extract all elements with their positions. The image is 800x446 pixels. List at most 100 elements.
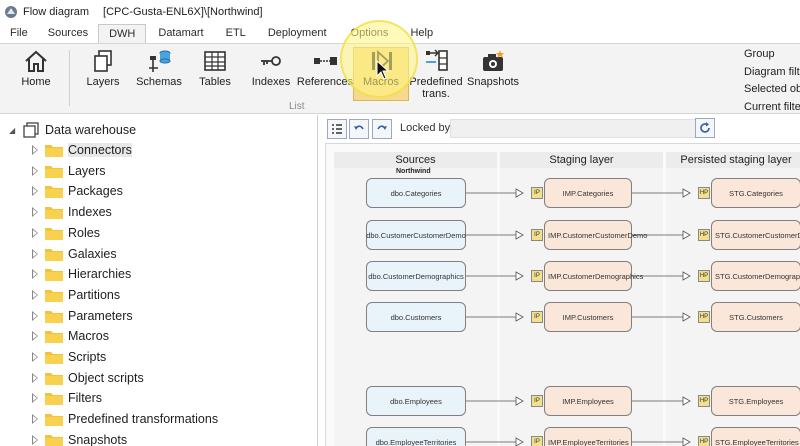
folder-icon xyxy=(45,165,63,178)
tables-button[interactable]: Tables xyxy=(196,48,234,100)
group-option[interactable]: Group xyxy=(744,46,800,64)
expand-arrow-icon[interactable] xyxy=(31,207,41,218)
staging-template-tag: IP xyxy=(531,229,543,241)
expand-arrow-icon[interactable] xyxy=(31,145,41,155)
persisted-node[interactable]: STG.Employees xyxy=(711,386,800,416)
tree-item-label: Macros xyxy=(68,329,109,344)
tree-item-hierarchies[interactable]: Hierarchies xyxy=(31,264,131,284)
tab-deployment[interactable]: Deployment xyxy=(256,24,339,43)
persisted-template-tag: HP xyxy=(698,229,710,241)
source-node[interactable]: dbo.EmployeeTerritories xyxy=(366,427,466,446)
tree-item-object-scripts[interactable]: Object scripts xyxy=(31,368,144,388)
staging-template-tag: IP xyxy=(531,395,543,407)
tree-item-label: Predefined transformations xyxy=(68,412,219,427)
staging-node[interactable]: IMP.CustomerCustomerDemo xyxy=(544,220,647,250)
current-filter-option[interactable]: Current filter xyxy=(744,99,800,117)
tab-dwh[interactable]: DWH xyxy=(98,24,147,43)
expand-arrow-icon[interactable] xyxy=(31,165,41,176)
folder-icon xyxy=(45,414,63,427)
tab-datamart[interactable]: Datamart xyxy=(146,24,215,43)
tree-item-snapshots[interactable]: Snapshots xyxy=(31,430,127,446)
staging-node[interactable]: IMP.EmployeeTerritories xyxy=(544,427,632,446)
tree-item-scripts[interactable]: Scripts xyxy=(31,347,106,367)
expand-arrow-icon[interactable] xyxy=(31,269,41,280)
folder-icon xyxy=(45,331,63,344)
references-button[interactable]: References xyxy=(297,48,353,100)
tree-item-label: Indexes xyxy=(68,205,112,220)
predefined-trans-button[interactable]: Predefined trans. xyxy=(409,48,463,100)
expand-arrow-icon[interactable] xyxy=(31,414,41,425)
staging-node[interactable]: IMP.Employees xyxy=(544,386,632,416)
persisted-node[interactable]: STG.CustomerCustomerDemo xyxy=(711,220,800,250)
diagram-toolbar: Locked by xyxy=(319,115,800,143)
persisted-template-tag: HP xyxy=(698,187,710,199)
tree-item-predefined-transformations[interactable]: Predefined transformations xyxy=(31,409,218,429)
tab-options[interactable]: Options xyxy=(339,24,401,43)
tree-item-connectors[interactable]: Connectors xyxy=(31,140,132,160)
expand-arrow-icon[interactable] xyxy=(31,372,41,383)
tree-item-roles[interactable]: Roles xyxy=(31,223,100,243)
tree-root-data-warehouse[interactable]: ◢ Data warehouse xyxy=(9,121,136,139)
source-node[interactable]: dbo.CustomerDemographics xyxy=(366,261,466,291)
arrow-head-icon xyxy=(515,271,524,281)
tab-help[interactable]: Help xyxy=(400,24,443,43)
folder-icon xyxy=(45,227,63,240)
expand-down-icon[interactable]: ◢ xyxy=(9,126,21,135)
persisted-node[interactable]: STG.CustomerDemographics xyxy=(711,261,800,291)
expand-arrow-icon[interactable] xyxy=(31,331,41,342)
staging-node[interactable]: IMP.Customers xyxy=(544,302,632,332)
expand-arrow-icon[interactable] xyxy=(31,310,41,321)
undo-button[interactable] xyxy=(349,119,369,139)
expand-arrow-icon[interactable] xyxy=(31,434,41,445)
persisted-node[interactable]: STG.Customers xyxy=(711,302,800,332)
tab-etl[interactable]: ETL xyxy=(216,24,256,43)
staging-node[interactable]: IMP.CustomerDemographics xyxy=(544,261,643,291)
expand-arrow-icon[interactable] xyxy=(31,227,41,238)
expand-arrow-icon[interactable] xyxy=(31,248,41,259)
tree-item-label: Snapshots xyxy=(68,432,128,446)
persisted-node[interactable]: STG.EmployeeTerritories xyxy=(711,427,800,446)
home-button[interactable]: Home xyxy=(17,48,55,100)
source-node[interactable]: dbo.CustomerCustomerDemo xyxy=(366,220,466,250)
indexes-button[interactable]: Indexes xyxy=(251,48,291,100)
refresh-button[interactable] xyxy=(695,118,715,138)
tree-item-partitions[interactable]: Partitions xyxy=(31,285,120,305)
schemas-button[interactable]: Schemas xyxy=(136,48,182,100)
key-icon xyxy=(261,56,281,66)
expand-arrow-icon[interactable] xyxy=(31,352,41,362)
persisted-node[interactable]: STG.Categories xyxy=(711,178,800,208)
locked-by-label: Locked by xyxy=(400,122,451,134)
selected-object-option[interactable]: Selected object xyxy=(744,81,800,99)
tree-item-parameters[interactable]: Parameters xyxy=(31,306,133,326)
arrow-head-icon xyxy=(515,396,524,406)
expand-arrow-icon[interactable] xyxy=(31,186,41,197)
predefined-transformation-icon xyxy=(426,49,448,71)
layers-button[interactable]: Layers xyxy=(83,48,123,100)
tab-sources[interactable]: Sources xyxy=(38,24,98,43)
diagram-canvas[interactable]: Sources Staging layer Persisted staging … xyxy=(325,143,800,446)
redo-button[interactable] xyxy=(372,119,392,139)
tree-item-packages[interactable]: Packages xyxy=(31,181,123,201)
source-node[interactable]: dbo.Employees xyxy=(366,386,466,416)
tree-item-layers[interactable]: Layers xyxy=(31,161,106,181)
snapshots-button[interactable]: Snapshots xyxy=(467,48,519,100)
table-icon xyxy=(204,51,226,71)
tree-item-galaxies[interactable]: Galaxies xyxy=(31,244,117,264)
tree-item-macros[interactable]: Macros xyxy=(31,326,109,346)
tree-item-label: Object scripts xyxy=(68,370,144,385)
arrow-head-icon xyxy=(682,271,691,281)
tree-item-label: Scripts xyxy=(68,350,107,364)
source-node[interactable]: dbo.Categories xyxy=(366,178,466,208)
source-node[interactable]: dbo.Customers xyxy=(366,302,466,332)
tree-item-filters[interactable]: Filters xyxy=(31,388,102,408)
list-view-button[interactable] xyxy=(327,119,347,139)
tab-file[interactable]: File xyxy=(0,24,38,43)
staging-node[interactable]: IMP.Categories xyxy=(544,178,632,208)
schemas-icon xyxy=(149,50,171,72)
tree-item-label: Galaxies xyxy=(68,246,117,261)
expand-arrow-icon[interactable] xyxy=(31,289,41,300)
expand-arrow-icon[interactable] xyxy=(31,393,41,404)
diagram-filter-option[interactable]: Diagram filter xyxy=(744,64,800,82)
tree-item-indexes[interactable]: Indexes xyxy=(31,202,112,222)
tree-item-label: Connectors xyxy=(68,143,132,157)
